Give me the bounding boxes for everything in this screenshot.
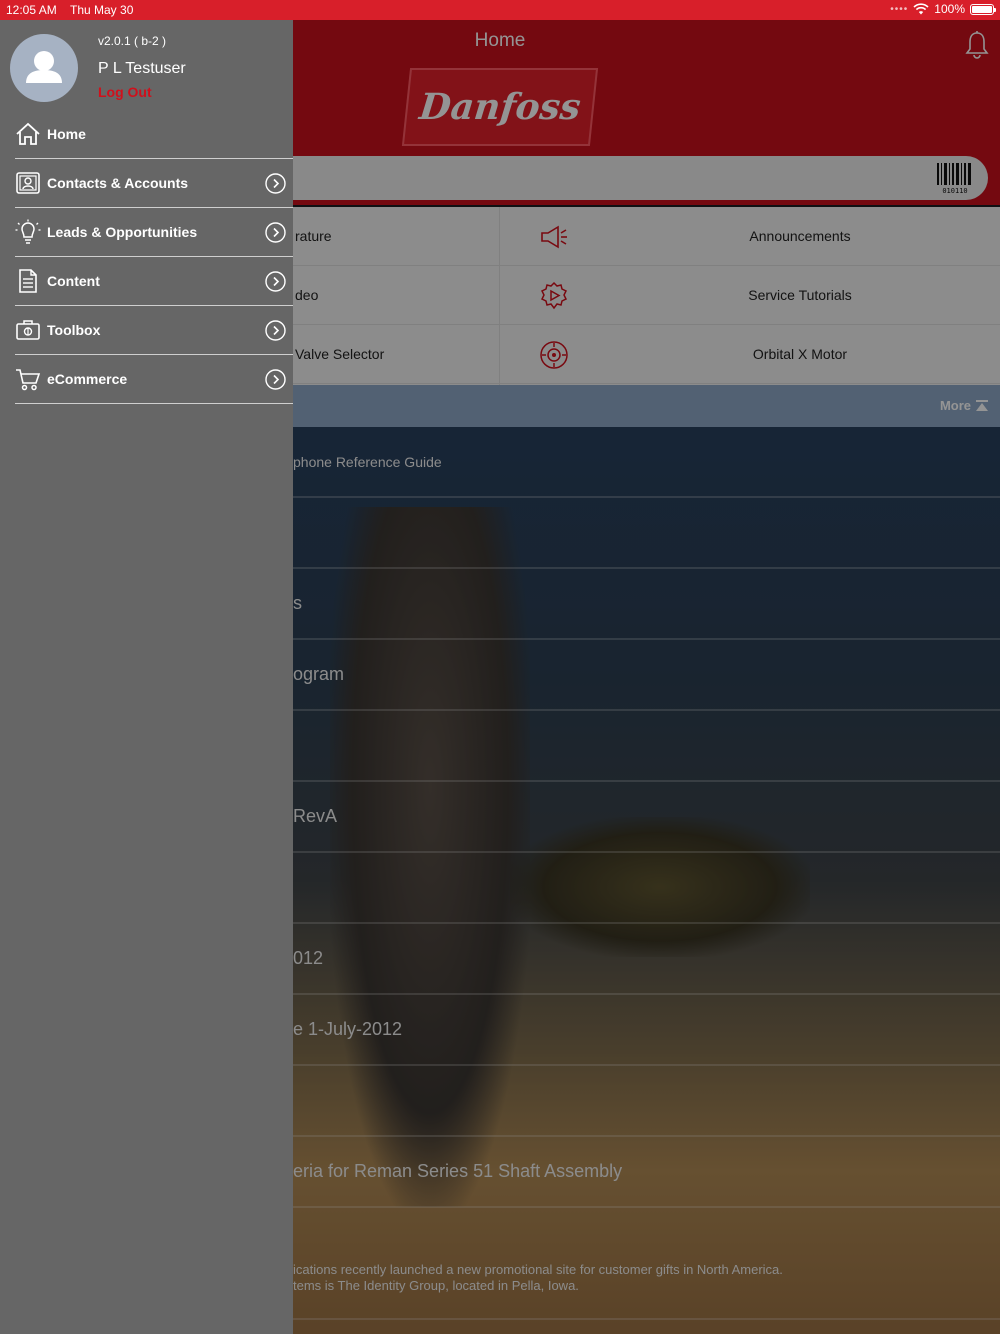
status-time: 12:05 AM [6,3,57,17]
app-version: v2.0.1 ( b-2 ) [98,34,167,48]
avatar[interactable] [10,34,78,102]
user-icon [26,51,62,83]
menu-item-ecommerce[interactable]: eCommerce [15,355,293,404]
lightbulb-icon [15,219,41,244]
menu-item-label: Leads & Opportunities [47,224,198,240]
chevron-right-icon[interactable] [265,320,286,341]
menu-item-content[interactable]: Content [15,257,293,306]
battery-percent: 100% [934,2,965,16]
menu-item-home[interactable]: Home [15,110,293,159]
status-date: Thu May 30 [70,3,134,17]
menu-item-label: Contacts & Accounts [47,175,189,191]
document-icon [19,269,37,293]
contacts-icon [16,172,40,194]
menu-item-label: Content [47,273,100,289]
menu-item-leads-opportunities[interactable]: Leads & Opportunities [15,208,293,257]
side-drawer: v2.0.1 ( b-2 ) P L Testuser Log Out Home… [0,20,293,1334]
status-right-group: •••• 100% [890,2,996,16]
drawer-menu: Home Contacts & Accounts Leads & Opportu… [15,110,293,404]
chevron-right-icon[interactable] [265,369,286,390]
chevron-right-icon[interactable] [265,173,286,194]
signal-dots: •••• [890,3,909,15]
logout-button[interactable]: Log Out [98,84,152,100]
cart-icon [16,369,41,391]
chevron-right-icon[interactable] [265,271,286,292]
toolbox-icon [16,320,40,340]
chevron-right-icon[interactable] [265,222,286,243]
home-icon [16,122,40,145]
menu-item-label: Home [47,126,86,142]
status-bar: 12:05 AM Thu May 30 •••• 100% [0,0,1000,20]
wifi-icon [913,3,929,15]
menu-item-label: Toolbox [47,322,101,338]
user-name: P L Testuser [98,60,186,77]
battery-icon [970,3,996,15]
menu-item-contacts-accounts[interactable]: Contacts & Accounts [15,159,293,208]
menu-item-toolbox[interactable]: Toolbox [15,306,293,355]
menu-item-label: eCommerce [47,371,128,387]
